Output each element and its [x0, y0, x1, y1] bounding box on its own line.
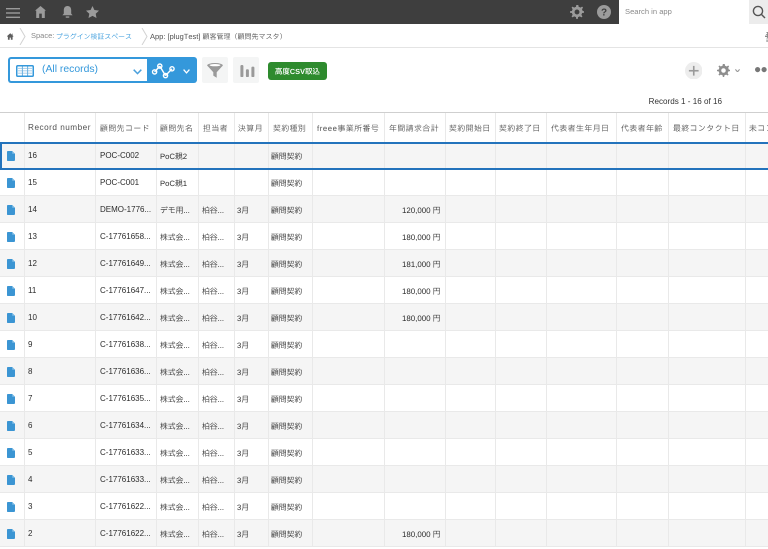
svg-text:?: ? — [601, 8, 607, 19]
